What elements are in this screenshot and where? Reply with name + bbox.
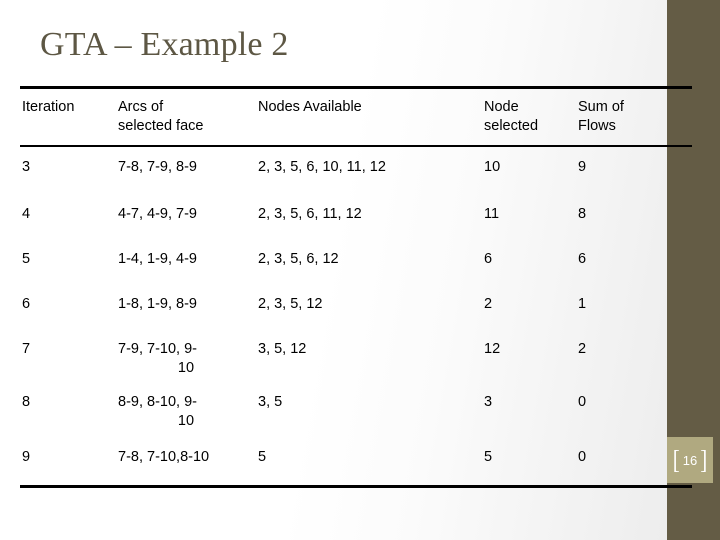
cell-arcs: 8-9, 8-10, 9- [118,394,197,410]
table-row: 2 [578,341,587,357]
table-row: 6 [578,251,587,267]
column-header-node-selected: Node selected [484,99,539,134]
column-header-iteration: Iteration [22,99,75,115]
table-row: 0 [578,394,587,410]
table-row: 2, 3, 5, 6, 12 [258,251,339,267]
table-row: 2 [484,296,493,312]
table-row: 0 [578,449,587,465]
table-row: 1 [578,296,587,312]
table-row: 6 [484,251,493,267]
table-row: 8-9, 8-10, 9- 10 [118,393,254,431]
table-row: 11 [484,206,500,222]
table-row: 4-7, 4-9, 7-9 [118,205,254,224]
table-row: 1-8, 1-9, 8-9 [118,295,254,314]
table-row: 3, 5, 12 [258,341,307,357]
table-row: 8 [22,394,31,410]
cell-arcs: 7-8, 7-10,8-10 [118,449,210,465]
column-header-sum-of-flows: Sum of Flows [578,99,624,134]
table-row: 5 [22,251,31,267]
cell-arcs-wrap: 10 [177,413,195,429]
cell-arcs: 1-8, 1-9, 8-9 [118,296,197,312]
table-row: 3 [484,394,493,410]
table-row: 5 [258,449,267,465]
results-table: Iteration Arcs of selected face Nodes Av… [0,0,720,540]
table-row: 7 [22,341,31,357]
column-header-arcs: Arcs of selected face [118,99,204,134]
table-row: 7-9, 7-10, 9- 10 [118,340,254,378]
table-row: 3 [22,159,31,175]
table-row: 4 [22,206,31,222]
table-row: 10 [484,159,501,175]
table-row: 1-4, 1-9, 4-9 [118,250,254,269]
table-row: 8 [578,206,587,222]
table-row: 9 [578,159,587,175]
table-row: 5 [484,449,493,465]
table-row: 2, 3, 5, 6, 11, 12 [258,206,362,222]
table-row: 7-8, 7-9, 8-9 [118,158,254,177]
slide-canvas: [ 16 ] GTA – Example 2 Iteration Arcs of… [0,0,720,540]
table-row: 2, 3, 5, 6, 10, 11, 12 [258,159,386,175]
table-row: 12 [484,341,501,357]
cell-arcs: 4-7, 4-9, 7-9 [118,206,197,222]
cell-arcs: 7-9, 7-10, 9- [118,341,197,357]
table-row: 7-8, 7-10,8-10 [118,448,254,467]
table-row: 2, 3, 5, 12 [258,296,323,312]
table-row: 3, 5 [258,394,283,410]
cell-arcs: 1-4, 1-9, 4-9 [118,251,197,267]
table-row: 9 [22,449,31,465]
table-row: 6 [22,296,31,312]
cell-arcs: 7-8, 7-9, 8-9 [118,159,197,175]
column-header-nodes-available: Nodes Available [258,99,362,115]
cell-arcs-wrap: 10 [177,360,195,376]
